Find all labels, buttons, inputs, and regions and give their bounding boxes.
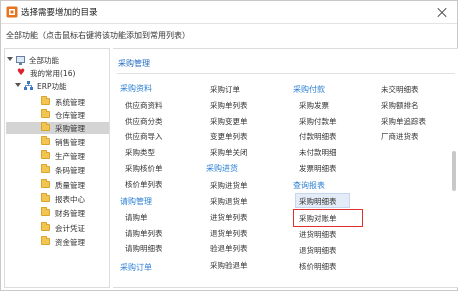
category-query: 查询报表 xyxy=(293,181,325,190)
function-panel: 采购管理 采购资料 供应商资料 供应商分类 供应商导入 采购类型 采购核价单 核… xyxy=(113,48,458,288)
tree-item-label: 财务管理 xyxy=(55,209,85,218)
category-inbound: 采购进货 xyxy=(206,164,238,173)
tree-item-label: 生产管理 xyxy=(55,152,85,161)
function-link[interactable]: 供应商导入 xyxy=(125,131,163,142)
title-divider xyxy=(1,23,457,24)
heart-icon: ♥ xyxy=(17,68,26,78)
tree-item-label: 销售管理 xyxy=(55,138,85,147)
app-icon xyxy=(6,6,18,18)
function-link[interactable]: 采购单关闭 xyxy=(210,147,248,158)
function-link[interactable]: 采购类型 xyxy=(125,147,155,158)
function-link[interactable]: 退货单列表 xyxy=(210,228,248,239)
folder-icon xyxy=(41,150,50,159)
function-link[interactable]: 退货明细表 xyxy=(299,245,337,256)
function-link[interactable]: 采购额排名 xyxy=(381,100,419,111)
function-link[interactable]: 采购进货单 xyxy=(210,180,248,191)
function-link[interactable]: 采购验退单 xyxy=(210,260,248,271)
category-request: 请购管理 xyxy=(120,197,152,206)
function-link[interactable]: 发票明细表 xyxy=(299,163,337,174)
function-link[interactable]: 采购付款单 xyxy=(299,116,337,127)
folder-icon xyxy=(41,222,50,231)
function-link[interactable]: 进货单列表 xyxy=(210,212,248,223)
function-link[interactable]: 采购退货单 xyxy=(210,196,248,207)
function-link-highlighted[interactable]: 采购明细表 xyxy=(299,196,337,207)
tree-item-label: 仓库管理 xyxy=(55,111,85,120)
function-link[interactable]: 请购单 xyxy=(125,212,148,223)
tree-item-label: 会计凭证 xyxy=(55,224,85,233)
panel-divider xyxy=(117,73,455,74)
folder-icon xyxy=(41,207,50,216)
function-link[interactable]: 采购单追踪表 xyxy=(381,116,426,127)
computer-icon xyxy=(16,56,25,65)
category-purchase-data: 采购资料 xyxy=(120,84,152,93)
tree-node-root[interactable]: 全部功能 xyxy=(7,54,107,66)
category-payment: 采购付款 xyxy=(293,85,325,94)
folder-icon xyxy=(41,96,50,105)
function-link[interactable]: 供应商资料 xyxy=(125,100,163,111)
folder-icon xyxy=(41,179,50,188)
tree-item-label: 报表中心 xyxy=(55,195,85,204)
folder-icon xyxy=(41,109,50,118)
folder-icon xyxy=(41,136,50,145)
folder-icon xyxy=(41,193,50,202)
function-link[interactable]: 请购单列表 xyxy=(125,228,163,239)
function-link[interactable]: 采购订单 xyxy=(210,84,240,95)
function-link[interactable]: 核价明细表 xyxy=(299,261,337,272)
function-link[interactable]: 采购核价单 xyxy=(125,163,163,174)
folder-icon xyxy=(41,236,50,245)
tree-node-label: 我的常用(16) xyxy=(30,69,76,78)
hint-text: 全部功能（点击鼠标右键将该功能添加到常用列表） xyxy=(6,31,190,40)
tree-item-label: 系统管理 xyxy=(55,98,85,107)
dialog-window: 选择需要增加的目录 全部功能（点击鼠标右键将该功能添加到常用列表） 全部功能 ♥… xyxy=(0,0,458,291)
category-order: 采购订单 xyxy=(120,263,152,272)
function-link[interactable]: 采购变更单 xyxy=(210,116,248,127)
function-link[interactable]: 未付款明细 xyxy=(299,147,337,158)
tree-item-label: 质量管理 xyxy=(55,181,85,190)
chevron-down-icon[interactable] xyxy=(15,82,22,89)
function-link[interactable]: 核价单列表 xyxy=(125,179,163,190)
function-link[interactable]: 付款明细表 xyxy=(299,131,337,142)
tree-item-label: 条码管理 xyxy=(55,166,85,175)
close-icon[interactable] xyxy=(434,4,450,20)
tree-node-label: 全部功能 xyxy=(29,56,59,65)
function-link[interactable]: 厂商进货表 xyxy=(381,131,419,142)
tree-item-label: 采购管理 xyxy=(55,124,85,133)
folder-icon xyxy=(41,122,50,131)
folder-icon xyxy=(41,164,50,173)
network-icon xyxy=(24,81,33,90)
tree-item-label: 资金管理 xyxy=(55,238,85,247)
function-tree: 全部功能 ♥ 我的常用(16) ERP功能 系统管理 仓库管理 采购管理 销售管… xyxy=(4,48,110,288)
tree-node-favorites[interactable]: ♥ 我的常用(16) xyxy=(17,67,107,79)
function-link[interactable]: 变更单列表 xyxy=(210,131,248,142)
panel-title: 采购管理 xyxy=(118,59,150,68)
function-link[interactable]: 验退单列表 xyxy=(210,243,248,254)
tree-node-label: ERP功能 xyxy=(37,82,67,91)
scrollbar-thumb[interactable] xyxy=(452,151,456,191)
function-link[interactable]: 进货明细表 xyxy=(299,229,337,240)
function-link[interactable]: 请购明细表 xyxy=(125,243,163,254)
function-link-boxed[interactable]: 采购对账单 xyxy=(299,213,337,224)
function-link[interactable]: 未交明细表 xyxy=(381,84,419,95)
function-link[interactable]: 供应商分类 xyxy=(125,116,163,127)
title-bar: 选择需要增加的目录 xyxy=(1,1,457,23)
function-link[interactable]: 采购单列表 xyxy=(210,100,248,111)
chevron-down-icon[interactable] xyxy=(7,56,14,63)
tree-node-erp[interactable]: ERP功能 xyxy=(15,80,107,92)
window-title: 选择需要增加的目录 xyxy=(21,8,98,18)
function-link[interactable]: 采购发票 xyxy=(299,100,329,111)
